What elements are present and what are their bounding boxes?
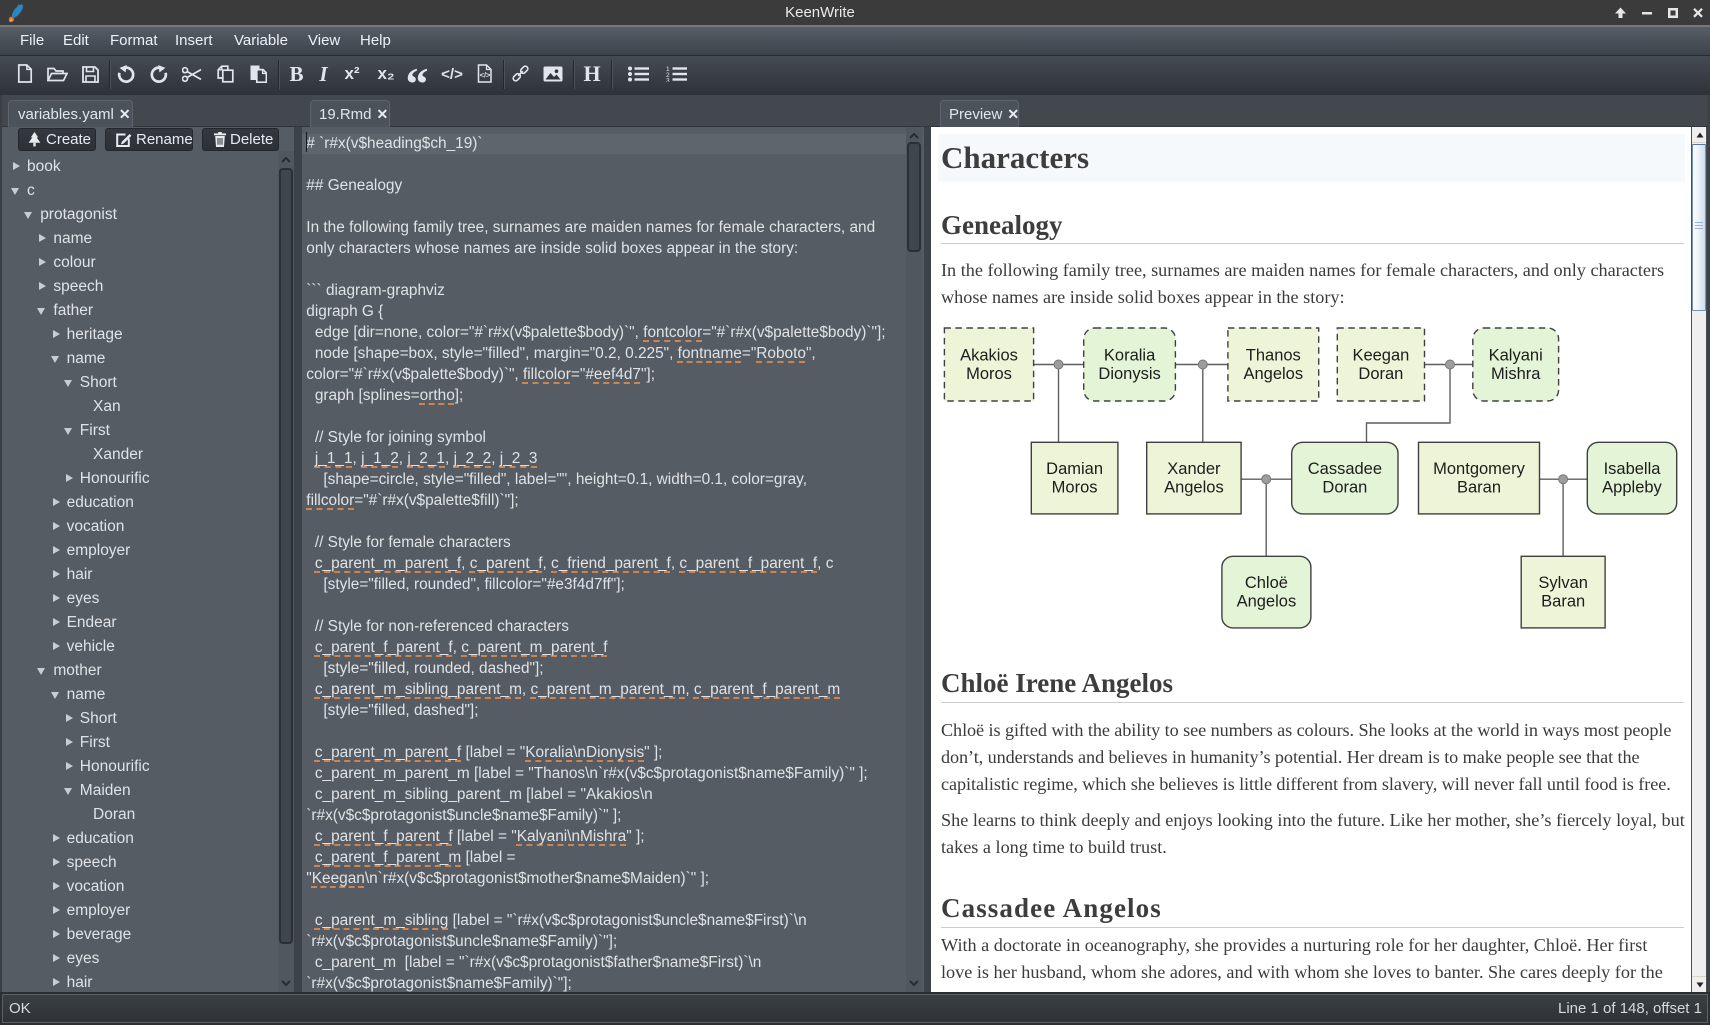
svg-text:Cassadee: Cassadee (1308, 460, 1382, 478)
svg-text:Koralia: Koralia (1104, 347, 1156, 365)
svg-text:Moros: Moros (1052, 479, 1098, 497)
svg-text:Dionysis: Dionysis (1098, 365, 1160, 383)
svg-text:Isabella: Isabella (1604, 460, 1662, 478)
svg-text:Angelos: Angelos (1164, 479, 1224, 497)
svg-text:Damian: Damian (1046, 460, 1103, 478)
svg-text:Sylvan: Sylvan (1538, 574, 1588, 592)
svg-text:Xander: Xander (1167, 460, 1221, 478)
svg-text:Baran: Baran (1541, 593, 1585, 611)
svg-text:Keegan: Keegan (1352, 347, 1409, 365)
svg-text:Akakios: Akakios (960, 347, 1018, 365)
svg-text:Doran: Doran (1358, 365, 1403, 383)
svg-text:3: 3 (666, 78, 670, 83)
svg-text:</>: </> (480, 71, 491, 80)
svg-text:Chloë: Chloë (1245, 574, 1288, 592)
svg-text:Appleby: Appleby (1602, 479, 1662, 497)
svg-text:Kalyani: Kalyani (1489, 347, 1543, 365)
svg-text:Angelos: Angelos (1237, 593, 1297, 611)
svg-text:Angelos: Angelos (1243, 365, 1303, 383)
svg-text:Baran: Baran (1457, 479, 1501, 497)
svg-text:Montgomery: Montgomery (1433, 460, 1525, 478)
svg-text:Mishra: Mishra (1491, 365, 1541, 383)
svg-text:Moros: Moros (966, 365, 1012, 383)
svg-text:Doran: Doran (1322, 479, 1367, 497)
svg-text:Thanos: Thanos (1246, 347, 1301, 365)
